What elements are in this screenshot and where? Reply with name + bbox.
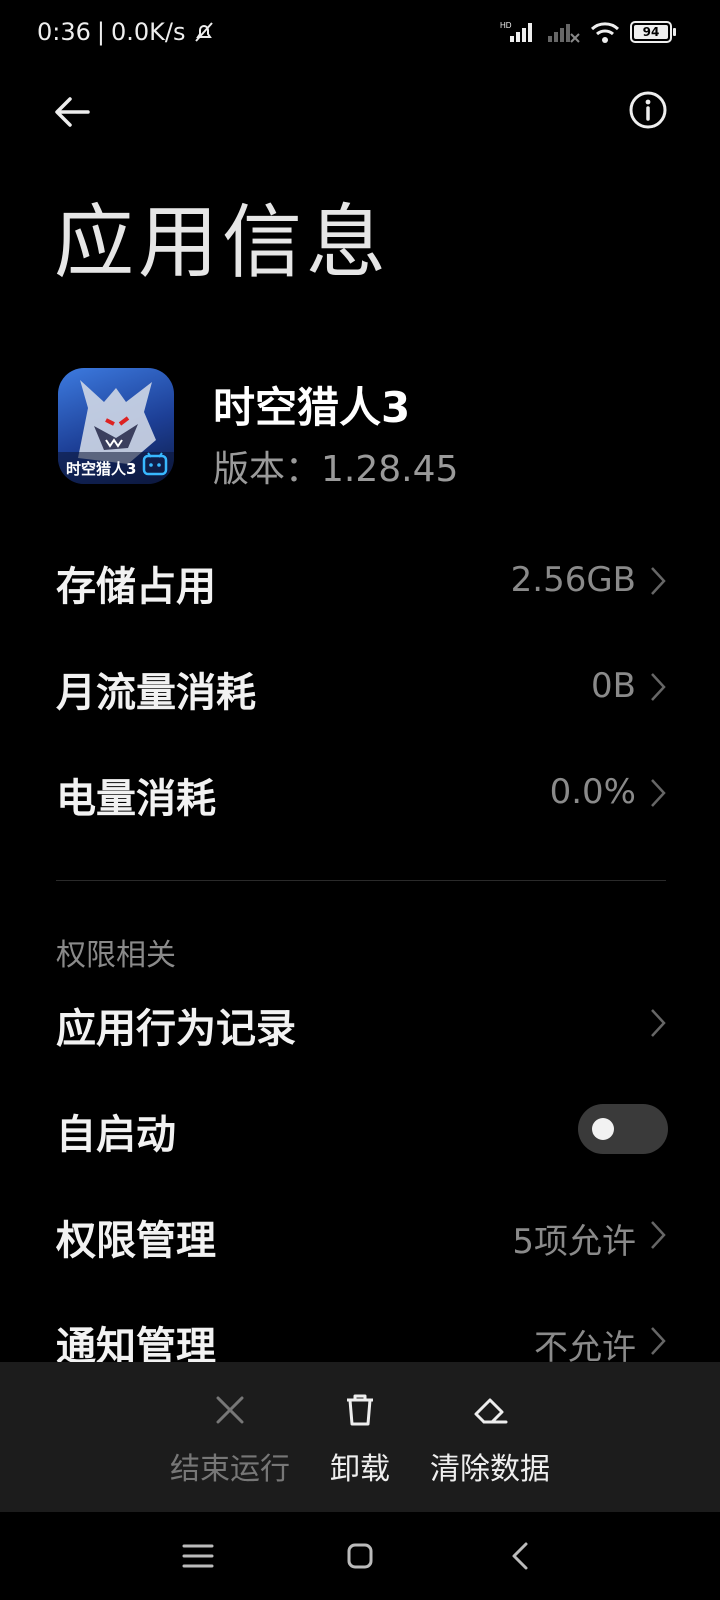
page-title: 应用信息 <box>54 196 390 289</box>
data-usage-value: 0B <box>591 666 636 706</box>
app-icon: 时空猎人3 <box>58 368 174 484</box>
permission-manage-value: 5项允许 <box>512 1222 636 1262</box>
app-header: 时空猎人3 时空猎人3 版本：1.28.45 <box>58 368 678 490</box>
permission-manage-row[interactable]: 权限管理 5项允许 <box>0 1180 720 1284</box>
force-stop-button[interactable]: 结束运行 <box>170 1362 290 1512</box>
hd-label: HD <box>500 21 512 30</box>
top-bar <box>0 80 720 140</box>
data-usage-label: 月流量消耗 <box>56 670 256 716</box>
chevron-right-icon <box>651 1221 666 1249</box>
battery-usage-row[interactable]: 电量消耗 0.0% <box>0 738 720 842</box>
status-right: HD 94 <box>500 20 676 44</box>
uninstall-label: 卸载 <box>330 1452 390 1487</box>
back-arrow-icon[interactable] <box>48 88 96 136</box>
storage-label: 存储占用 <box>56 564 216 610</box>
info-icon[interactable] <box>626 88 670 132</box>
wifi-icon <box>590 22 620 43</box>
app-icon-label: 时空猎人3 <box>66 460 136 478</box>
toggle-knob <box>592 1118 614 1140</box>
network-speed: 0.0K/s <box>111 18 186 46</box>
data-usage-row[interactable]: 月流量消耗 0B <box>0 632 720 736</box>
force-stop-label: 结束运行 <box>170 1452 290 1487</box>
chevron-right-icon <box>651 673 666 701</box>
uninstall-button[interactable]: 卸载 <box>320 1362 400 1512</box>
divider <box>56 880 666 881</box>
chevron-right-icon <box>651 1009 666 1037</box>
storage-value: 2.56GB <box>510 560 636 600</box>
permission-manage-label: 权限管理 <box>56 1218 216 1264</box>
signal-hd-icon: HD <box>500 21 532 42</box>
home-icon[interactable] <box>338 1536 382 1576</box>
chevron-right-icon <box>651 779 666 807</box>
app-name: 时空猎人3 <box>213 383 411 432</box>
battery-usage-label: 电量消耗 <box>56 776 216 822</box>
autostart-row: 自启动 <box>0 1074 720 1178</box>
battery-level: 94 <box>634 25 668 39</box>
app-version: 版本：1.28.45 <box>213 449 459 490</box>
clear-data-label: 清除数据 <box>430 1452 550 1487</box>
chevron-right-icon <box>651 1327 666 1355</box>
signal-off-icon <box>548 24 580 43</box>
mute-notification-icon <box>194 22 213 42</box>
back-nav-icon[interactable] <box>500 1536 544 1576</box>
app-behavior-row[interactable]: 应用行为记录 <box>0 968 720 1072</box>
battery-usage-value: 0.0% <box>549 772 636 812</box>
clear-data-button[interactable]: 清除数据 <box>426 1362 554 1512</box>
app-behavior-label: 应用行为记录 <box>56 1006 296 1052</box>
action-bar: 结束运行 卸载 清除数据 <box>0 1362 720 1512</box>
separator: | <box>96 18 105 46</box>
close-icon <box>216 1396 244 1424</box>
status-bar: 0:36 | 0.0K/s HD 94 <box>0 0 720 70</box>
autostart-toggle[interactable] <box>578 1104 668 1154</box>
autostart-label: 自启动 <box>56 1112 176 1158</box>
menu-icon[interactable] <box>176 1536 220 1576</box>
chevron-right-icon <box>651 567 666 595</box>
eraser-icon <box>474 1398 508 1424</box>
navigation-bar <box>0 1512 720 1600</box>
clock: 0:36 <box>37 18 91 46</box>
status-left: 0:36 | 0.0K/s <box>37 18 216 46</box>
app-icon-art: 时空猎人3 <box>58 380 174 484</box>
trash-icon <box>347 1394 373 1426</box>
battery-icon: 94 <box>630 21 676 43</box>
storage-row[interactable]: 存储占用 2.56GB <box>0 526 720 630</box>
